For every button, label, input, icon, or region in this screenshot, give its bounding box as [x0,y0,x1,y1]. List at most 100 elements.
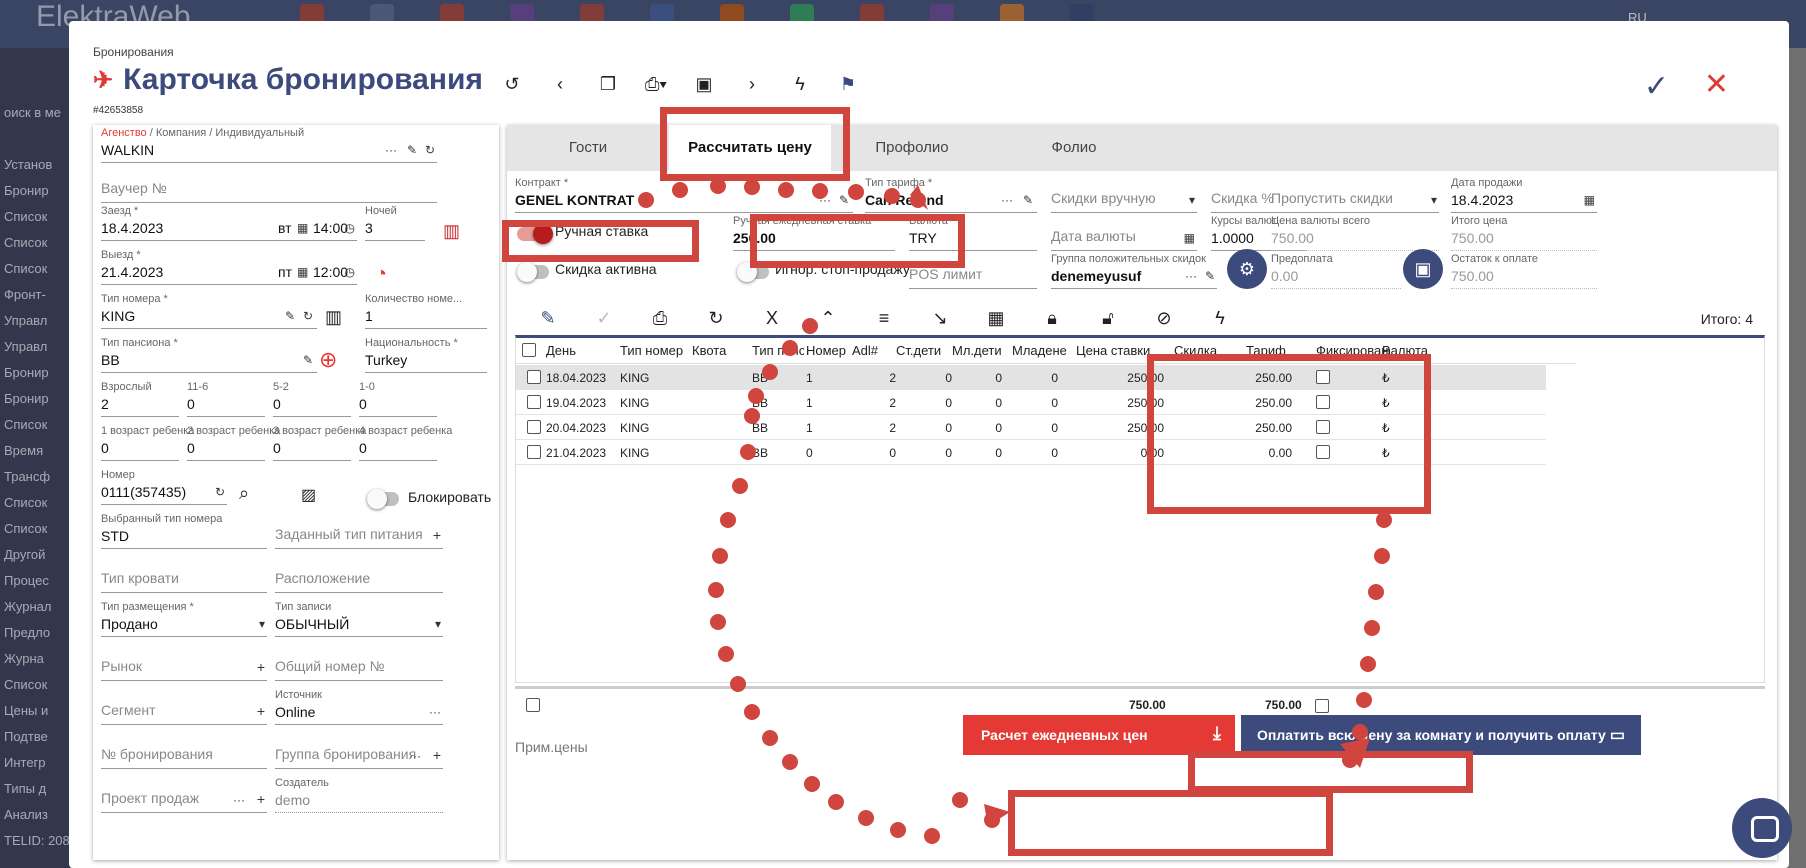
chevron-up-icon[interactable]: ⌃ [815,305,841,331]
meal-type-field[interactable]: Заданный тип питания + [275,513,443,549]
nationality-field[interactable]: Национальность * Turkey [365,337,487,373]
discount-active-toggle[interactable] [517,262,549,282]
more-icon[interactable]: ··· [819,193,831,207]
grid-column-header[interactable]: Ст.дети [896,343,950,358]
pay-full-button[interactable]: Оплатить всю цену за комнату и получить … [1241,715,1641,755]
block-icon[interactable]: ⊘ [1151,305,1177,331]
edit-icon[interactable]: ✎ [407,143,417,157]
excel-icon[interactable]: X [759,305,785,331]
search-icon[interactable]: ⌕ [239,483,249,504]
breadcrumb[interactable]: Бронирования [93,45,174,59]
child-age-4-field[interactable]: 4 возраст ребенка 0 [359,425,452,461]
edit-icon[interactable]: ✎ [1023,193,1033,207]
print-icon[interactable]: ⎙▾ [643,71,669,97]
prev-icon[interactable]: ‹ [547,71,573,97]
skip-discounts-field[interactable]: Пропустить скидки ▾ [1271,177,1439,213]
more-icon[interactable]: ··· [1185,269,1197,283]
fixed-checkbox[interactable] [1316,445,1330,459]
plus-icon[interactable]: + [257,659,265,675]
grid-column-header[interactable]: Квота [692,343,742,358]
manual-discount-field[interactable]: Скидки вручную ▾ [1051,177,1197,213]
bar-chart-icon[interactable]: ▥ [443,221,460,242]
calendar-icon[interactable]: ▦ [297,265,308,279]
grid-column-header[interactable]: День [546,343,612,358]
row-checkbox[interactable] [527,370,541,384]
lightning-icon[interactable]: ϟ [1207,305,1233,331]
row-checkbox[interactable] [527,445,541,459]
daily-price-calc-button[interactable]: Расчет ежедневных цен ⤓ [963,715,1235,755]
tab-guests[interactable]: Гости [507,125,669,171]
room-number-field[interactable]: Номер 0111(357435) ↻ [101,469,227,505]
block-toggle[interactable] [367,489,399,509]
more-icon[interactable]: ··· [1001,193,1013,207]
footer-fixed-checkbox[interactable] [1315,699,1329,713]
copy-icon[interactable]: ❐ [595,71,621,97]
plus-icon[interactable]: + [257,703,265,719]
grid-column-header[interactable]: Тариф [1246,343,1312,358]
child-age-3-field[interactable]: 3 возраст ребенка 0 [273,425,366,461]
currency-date-field[interactable]: Дата валюты ▦ [1051,215,1197,251]
fixed-checkbox[interactable] [1316,370,1330,384]
print-icon[interactable]: ⎙ [647,305,673,331]
more-icon[interactable]: ··· [409,749,421,763]
grid-column-header[interactable]: Фиксировано [1316,343,1390,358]
row-checkbox[interactable] [527,395,541,409]
discount-settings-icon[interactable]: ⚙ [1227,249,1267,289]
table-row[interactable]: 20.04.2023 KING BB 1 2 0 0 0 250.00 250.00 ₺ [516,415,1546,440]
tab-calc-price[interactable]: Рассчитать цену [669,125,831,171]
edit-icon[interactable]: ✎ [839,193,849,207]
child-age-1-field[interactable]: 1 возраст ребенка 0 [101,425,194,461]
footer-checkbox[interactable] [526,698,540,712]
child-1-0-field[interactable]: 1-0 0 [359,381,437,417]
grid-column-header[interactable]: Тип номер [620,343,684,358]
daily-rate-field[interactable]: Ручная ежедневная ставка 250.00 [733,215,895,251]
grid-column-header[interactable]: Adl# [852,343,892,358]
save-icon[interactable]: ▣ [691,71,717,97]
accommodation-field[interactable]: Тип размещения * Продано ▾ [101,601,267,637]
table-row[interactable]: 18.04.2023 KING BB 1 2 0 0 0 250.00 250.00 ₺ [516,365,1546,390]
child-age-2-field[interactable]: 2 возраст ребенка 0 [187,425,280,461]
more-icon[interactable]: ··· [233,793,245,807]
grid-column-header[interactable]: Номер [806,343,848,358]
fixed-checkbox[interactable] [1316,420,1330,434]
unlock-icon[interactable]: 🔓︎ [1095,305,1121,331]
edit-icon[interactable]: ✎ [1205,269,1215,283]
ignore-stop-sale-toggle[interactable] [737,262,769,282]
chat-bubble-icon[interactable] [1732,798,1792,858]
grid-column-header[interactable]: Цена ставки [1076,343,1172,358]
child-5-2-field[interactable]: 5-2 0 [273,381,351,417]
double-check-icon[interactable]: ✓ [591,305,617,331]
source-field[interactable]: Источник Online ··· [275,689,443,725]
close-icon[interactable]: ✕ [1704,67,1729,102]
checkout-field[interactable]: Выезд * 21.4.2023 пт ▦ 12:00 ◷ [101,249,357,285]
common-number-field[interactable]: Общий номер № [275,645,443,681]
sale-date-field[interactable]: Дата продажи 18.4.2023 ▦ [1451,177,1597,213]
add-circle-icon[interactable]: ⊕ [319,347,337,373]
more-icon[interactable]: ··· [429,705,441,719]
refresh-icon[interactable]: ↻ [703,305,729,331]
dropdown-icon[interactable]: ▾ [1431,193,1437,207]
grid-column-header[interactable]: Мл.дети [952,343,1006,358]
currency-field[interactable]: Валюта * TRY [909,215,1037,251]
select-all-checkbox[interactable] [522,343,536,357]
edit-icon[interactable]: ✎ [285,309,295,323]
table-row[interactable]: 21.04.2023 KING BB 0 0 0 0 0 0.00 0.00 ₺ [516,440,1546,465]
calendar-icon[interactable]: ▦ [297,221,308,235]
tab-profolio[interactable]: Профолио [831,125,993,171]
alarm-clock-icon[interactable]: ◔ [375,263,387,286]
checkin-field[interactable]: Заезд * 18.4.2023 вт ▦ 14:00 ◷ [101,205,357,241]
next-icon[interactable]: › [739,71,765,97]
market-field[interactable]: Рынок + [101,645,267,681]
nights-field[interactable]: Ночей 3 [365,205,425,241]
grid-column-header[interactable]: Тип панс [752,343,804,358]
pencil-icon[interactable]: ✎ [535,305,561,331]
refresh-icon[interactable]: ↻ [215,485,225,499]
segment-field[interactable]: Сегмент + [101,689,267,725]
grid-column-header[interactable]: Валюта [1382,343,1432,358]
record-type-field[interactable]: Тип записи ОБЫЧНЫЙ ▾ [275,601,443,637]
row-checkbox[interactable] [527,420,541,434]
sales-project-field[interactable]: Проект продаж ··· + [101,777,267,813]
dropdown-icon[interactable]: ▾ [435,617,441,631]
plus-icon[interactable]: + [257,791,265,807]
dropdown-icon[interactable]: ▾ [259,617,265,631]
